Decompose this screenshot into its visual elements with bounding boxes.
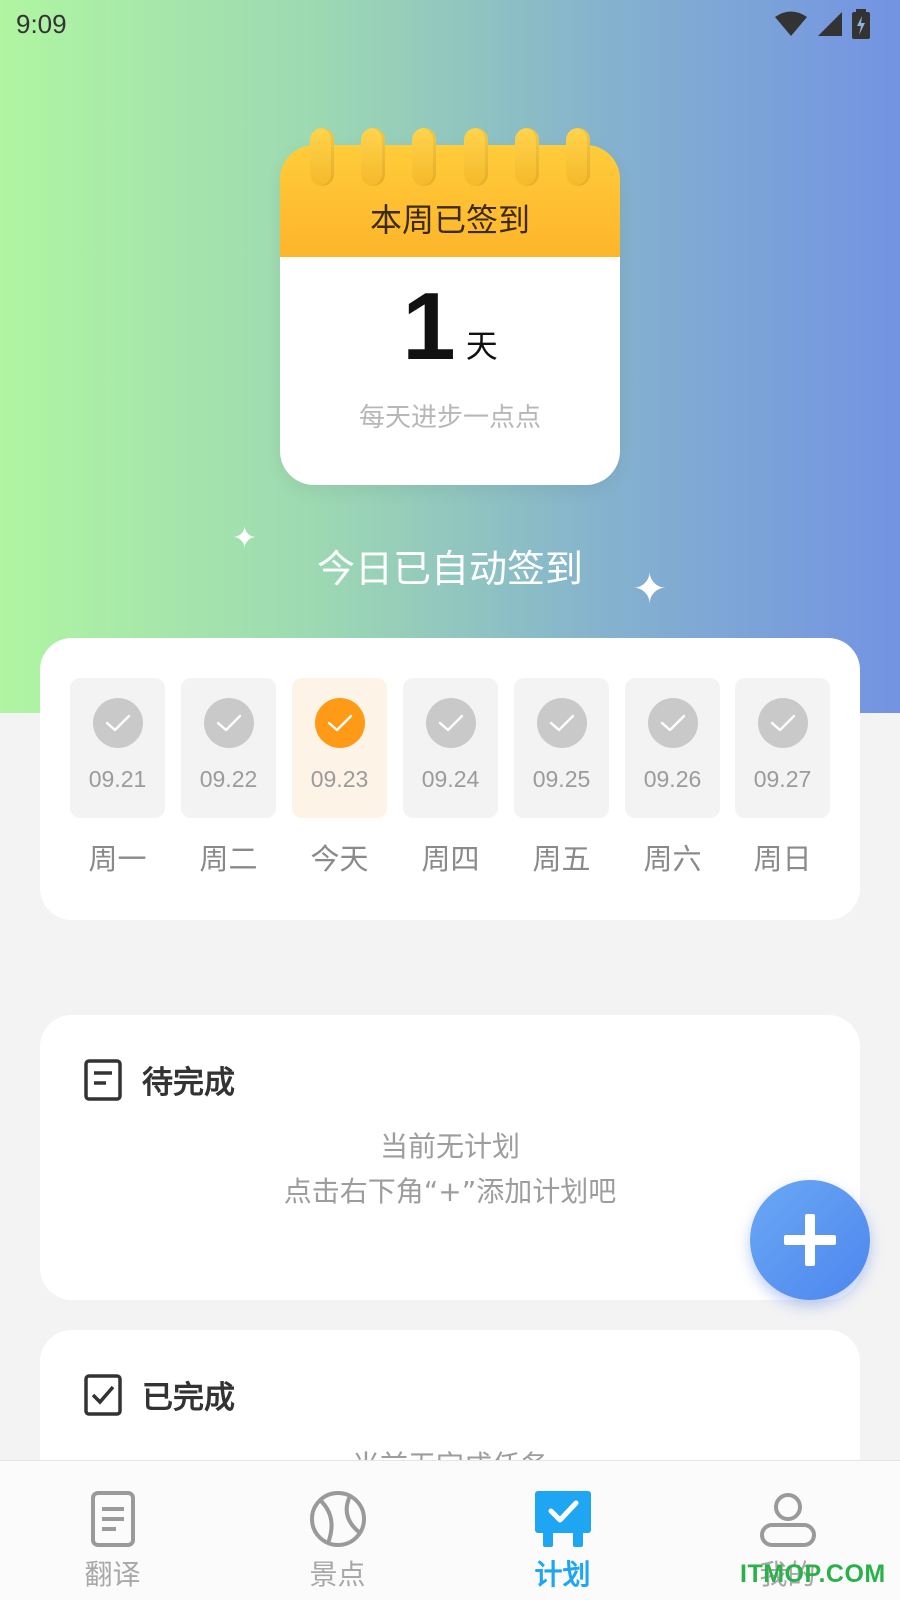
day-date: 09.24 xyxy=(421,766,480,792)
calendar-body: 1 天 每天进步一点点 xyxy=(280,257,620,485)
completed-header: 已完成 xyxy=(84,1372,235,1417)
nav-item-attractions[interactable]: 景点 xyxy=(225,1461,450,1600)
day-date: 09.25 xyxy=(532,766,591,792)
calendar-ring xyxy=(310,128,334,186)
watermark-logo: ITMOP.COM xyxy=(740,1560,886,1588)
calendar-ring xyxy=(412,128,437,186)
signin-unit: 天 xyxy=(465,327,498,365)
pending-empty-line2: 点击右下角“+”添加计划吧 xyxy=(283,1175,617,1208)
pending-empty-line1: 当前无计划 xyxy=(379,1130,520,1163)
day-cell[interactable]: 09.22 xyxy=(181,678,276,818)
calendar-rings xyxy=(310,128,590,188)
day-label: 今天 xyxy=(310,842,369,876)
check-circle-icon xyxy=(315,698,365,748)
calendar-ring xyxy=(361,128,386,186)
pending-header: 待完成 xyxy=(84,1057,235,1102)
day-cell[interactable]: 09.21 xyxy=(70,678,165,818)
check-circle-icon xyxy=(204,698,254,748)
status-time: 9:09 xyxy=(16,8,67,39)
signin-count-row: 1 天 xyxy=(280,279,620,375)
calendar-ring xyxy=(565,128,590,186)
wifi-icon xyxy=(775,11,807,36)
pending-title: 待完成 xyxy=(142,1065,235,1101)
check-circle-icon xyxy=(93,698,143,748)
calendar-title: 本周已签到 xyxy=(369,201,530,239)
calendar-ring xyxy=(463,128,488,186)
day-label: 周四 xyxy=(421,842,480,876)
nav-label: 景点 xyxy=(309,1558,366,1591)
day-cell[interactable]: 09.25 xyxy=(514,678,609,818)
day-date: 09.22 xyxy=(199,766,258,792)
calendar-ring xyxy=(514,128,539,186)
check-circle-icon xyxy=(758,698,808,748)
nav-item-plan[interactable]: 计划 xyxy=(450,1461,675,1600)
day-label: 周五 xyxy=(532,842,591,876)
check-calendar-icon xyxy=(534,1491,591,1547)
check-circle-icon xyxy=(426,698,476,748)
day-label: 周日 xyxy=(753,842,812,876)
nav-label: 计划 xyxy=(534,1558,591,1591)
status-bar: 9:09 xyxy=(0,0,900,48)
day-cell[interactable]: 09.27 xyxy=(735,678,830,818)
day-label: 周六 xyxy=(643,842,702,876)
nav-label: 翻译 xyxy=(84,1558,141,1591)
day-cell-today[interactable]: 09.23 xyxy=(292,678,387,818)
check-circle-icon xyxy=(537,698,587,748)
check-circle-icon xyxy=(648,698,698,748)
day-date: 09.23 xyxy=(310,766,369,792)
day-date: 09.27 xyxy=(753,766,812,792)
day-cell[interactable]: 09.24 xyxy=(403,678,498,818)
status-icons xyxy=(774,9,870,39)
document-icon xyxy=(90,1491,135,1547)
day-label: 周二 xyxy=(199,842,258,876)
weekly-signin-calendar: 本周已签到 1 天 每天进步一点点 xyxy=(280,145,620,485)
day-cell[interactable]: 09.26 xyxy=(625,678,720,818)
add-plan-button[interactable] xyxy=(750,1180,870,1300)
document-list-icon xyxy=(84,1058,122,1101)
signal-icon xyxy=(818,12,842,36)
signin-count: 1 xyxy=(402,273,456,380)
checkbox-icon xyxy=(84,1373,122,1416)
day-date: 09.26 xyxy=(643,766,702,792)
day-label: 周一 xyxy=(88,842,147,876)
auto-signed-text: 今日已自动签到 xyxy=(316,547,583,591)
battery-icon xyxy=(852,9,870,39)
day-date: 09.21 xyxy=(88,766,147,792)
calendar-subtitle: 每天进步一点点 xyxy=(358,403,541,433)
completed-title: 已完成 xyxy=(142,1380,235,1416)
pending-plans-card: 待完成 当前无计划 点击右下角“+”添加计划吧 xyxy=(40,1015,860,1300)
week-signin-card: 09.21 周一 09.22 周二 09.23 今天 09.24 周四 09.2… xyxy=(40,638,860,920)
plus-icon xyxy=(784,1214,836,1266)
ball-icon xyxy=(309,1491,366,1547)
nav-item-translate[interactable]: 翻译 xyxy=(0,1461,225,1600)
person-icon xyxy=(759,1493,816,1547)
